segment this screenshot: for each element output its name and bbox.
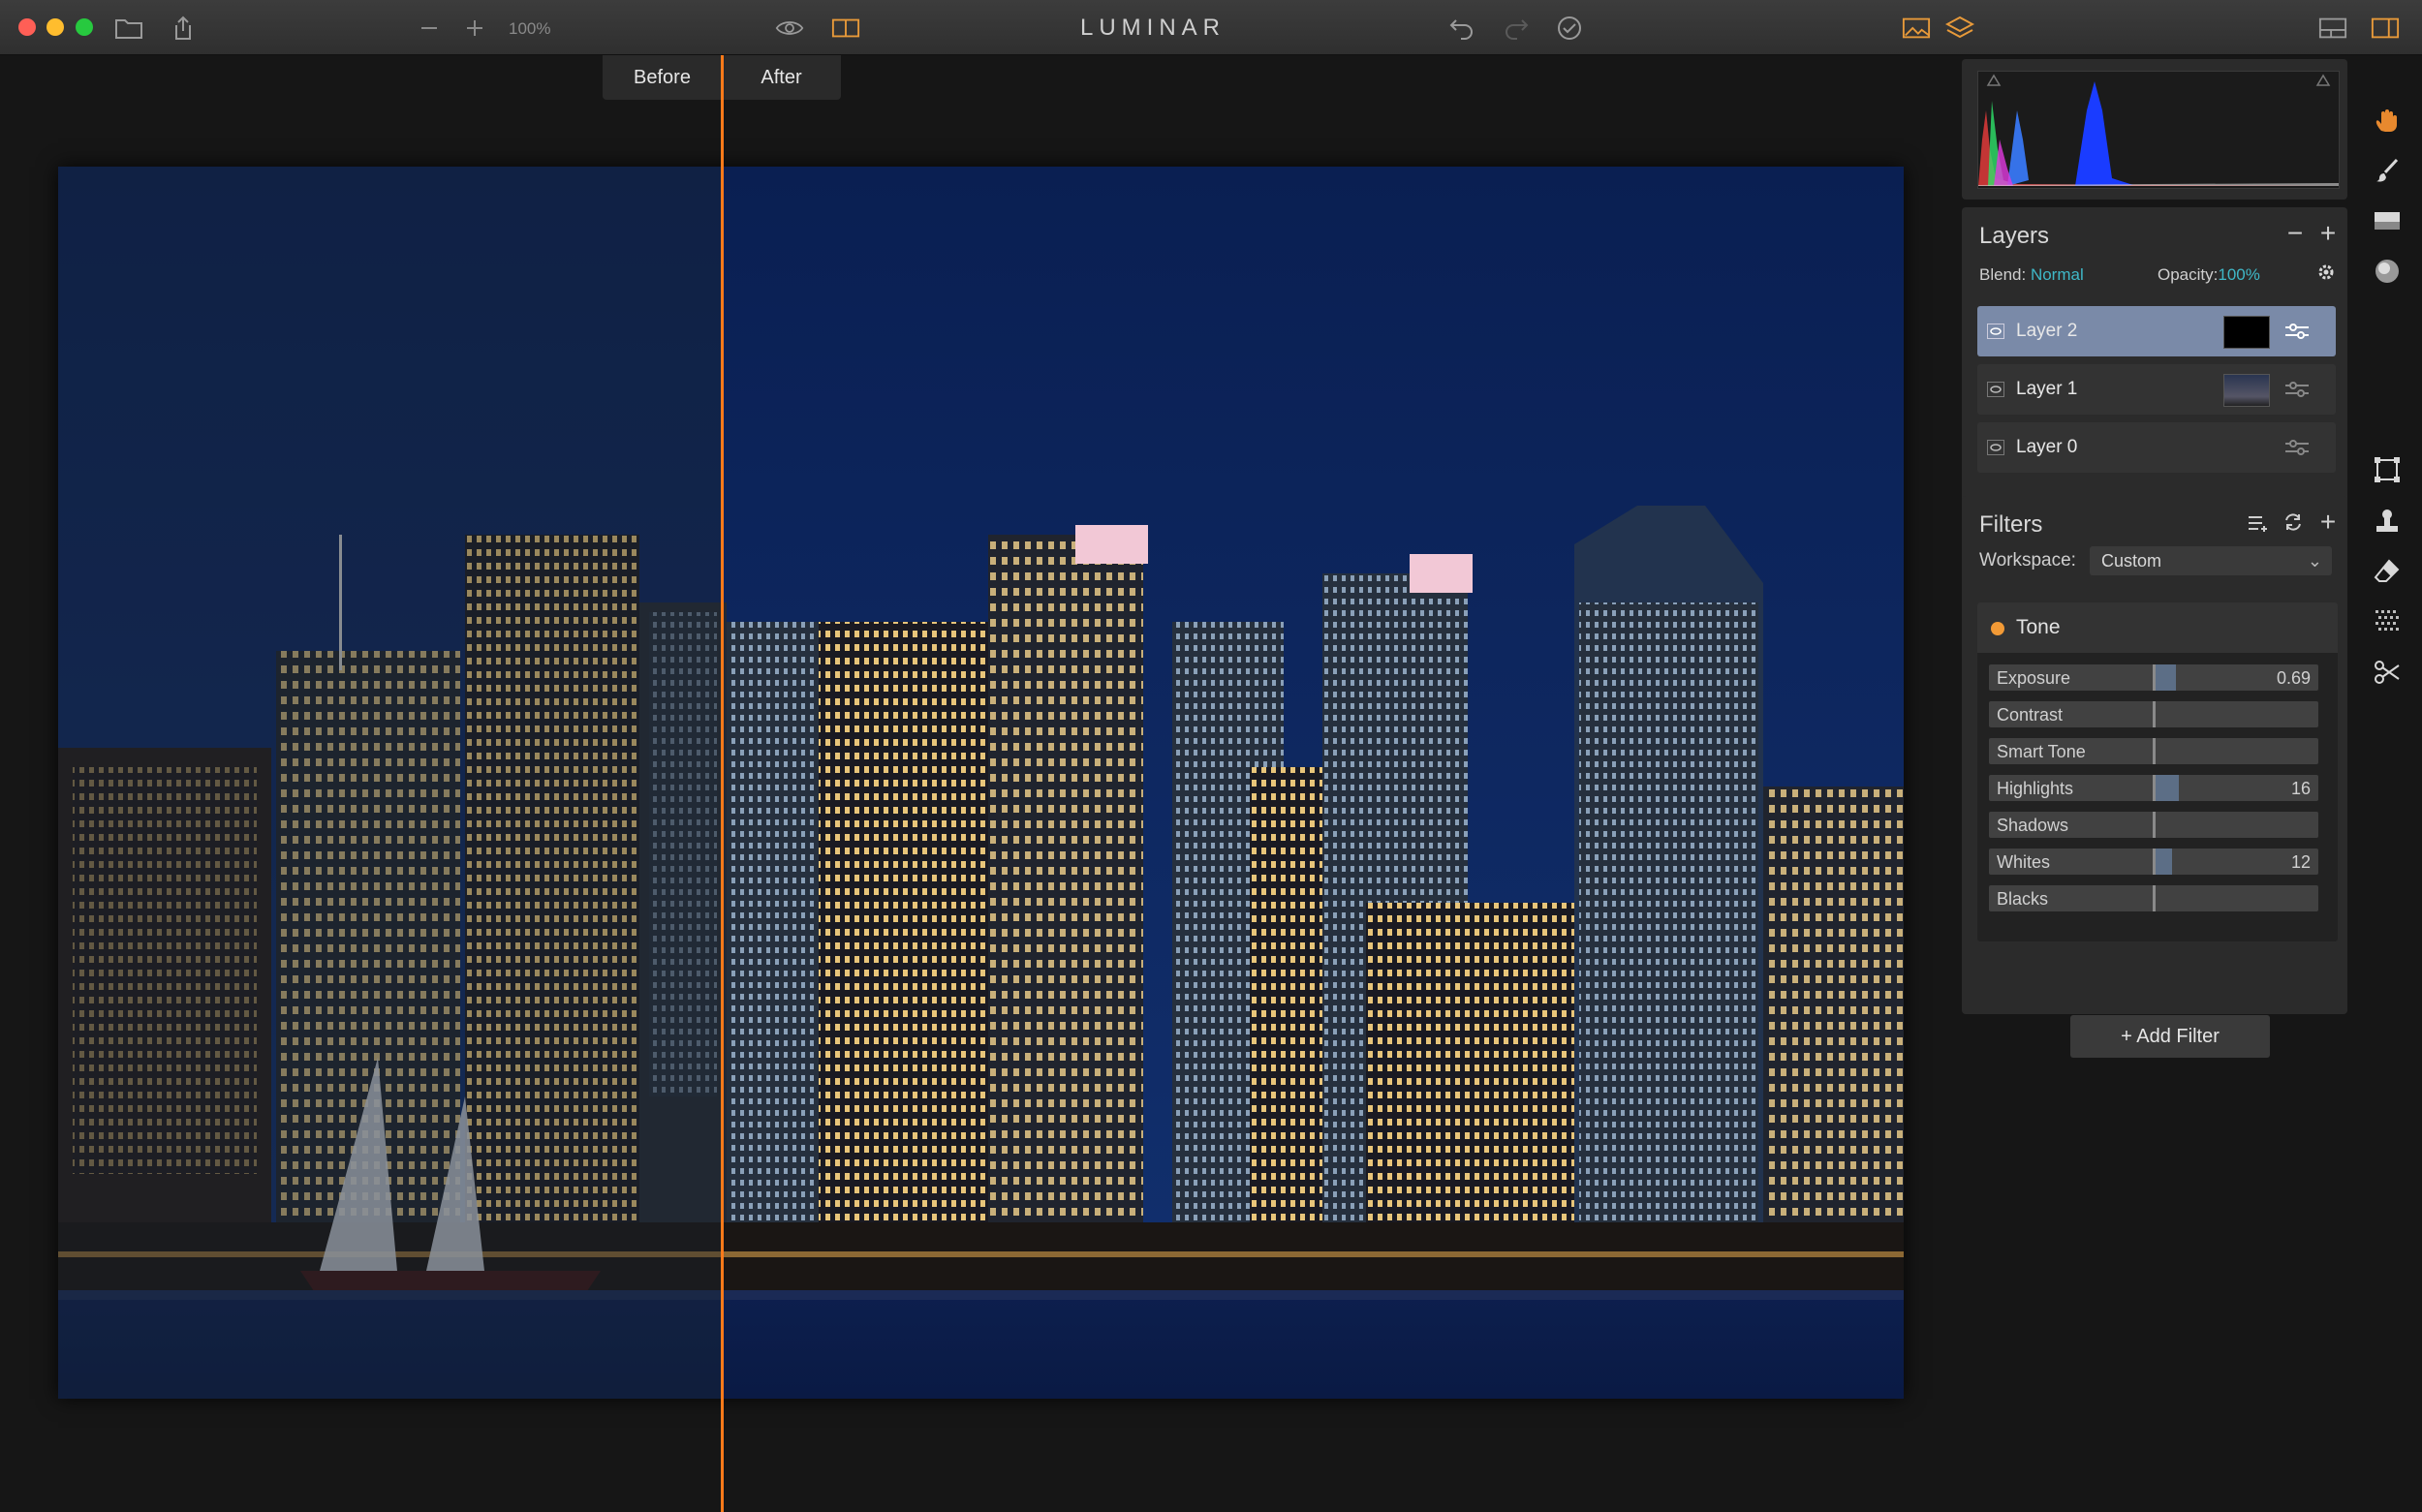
shadows-slider[interactable]: Shadows [1989, 812, 2318, 838]
contrast-slider[interactable]: Contrast [1989, 701, 2318, 727]
check-icon[interactable] [1555, 14, 1584, 43]
minimize-window-button[interactable] [47, 18, 64, 36]
noise-icon[interactable] [2372, 606, 2403, 637]
eye-icon[interactable] [1987, 324, 2004, 339]
slider-label: Contrast [1997, 705, 2064, 725]
layer-name: Layer 2 [2016, 321, 2078, 341]
radial-icon[interactable] [2372, 256, 2403, 287]
filters-card: Filters + Workspace: Custom ⌄ Tone Expos… [1962, 496, 2347, 1058]
layer-row[interactable]: Layer 2 [1977, 306, 2336, 356]
tool-strip [2350, 55, 2422, 1512]
photo-preview[interactable] [58, 167, 1904, 1399]
crop-icon[interactable] [2372, 454, 2403, 485]
eye-icon[interactable] [1987, 440, 2004, 455]
add-filter-plus-button[interactable]: + [2314, 509, 2342, 537]
blacks-slider[interactable]: Blacks [1989, 885, 2318, 911]
slider-label: Blacks [1997, 889, 2049, 909]
exposure-slider[interactable]: Exposure 0.69 [1989, 664, 2318, 691]
tone-title: Tone [2016, 616, 2061, 638]
reset-icon[interactable] [2280, 511, 2307, 539]
zoom-in-icon[interactable] [460, 14, 489, 43]
filter-enabled-icon[interactable] [1991, 622, 2004, 635]
brush-icon[interactable] [2372, 155, 2403, 186]
app-title: LUMINAR [1079, 15, 1226, 41]
layer-name: Layer 1 [2016, 379, 2078, 399]
blend-row: Blend: Normal [1979, 265, 2084, 285]
workspace-select[interactable]: Custom ⌄ [2090, 546, 2332, 575]
eye-icon[interactable] [775, 14, 804, 43]
layout-icon[interactable] [2318, 14, 2347, 43]
layer-row[interactable]: Layer 1 [1977, 364, 2336, 415]
opacity-value[interactable]: 100% [2218, 265, 2259, 284]
image-icon[interactable] [1902, 14, 1931, 43]
right-panel: Layers − + Blend: Normal Opacity:100% La… [1960, 55, 2350, 1512]
redo-icon[interactable] [1502, 14, 1531, 43]
slider-label: Smart Tone [1997, 742, 2086, 761]
gear-icon[interactable] [2313, 262, 2340, 289]
layer-thumbnail [2223, 316, 2270, 349]
eye-icon[interactable] [1987, 382, 2004, 397]
chevron-down-icon: ⌄ [2307, 551, 2322, 571]
tone-filter: Tone Exposure 0.69 Contrast Smart Tone H… [1977, 602, 2338, 941]
histogram [1977, 71, 2340, 189]
layer-thumbnail [2223, 374, 2270, 407]
opacity-row: Opacity:100% [2158, 265, 2260, 285]
layers-card: Layers − + Blend: Normal Opacity:100% La… [1962, 207, 2347, 535]
plus-icon: + [2121, 1026, 2137, 1047]
blend-label: Blend: [1979, 265, 2027, 284]
tone-header[interactable]: Tone [1977, 602, 2338, 653]
zoom-out-icon[interactable] [415, 14, 444, 43]
zoom-level[interactable]: 100% [509, 19, 550, 39]
filter-list-icon[interactable] [2245, 511, 2272, 539]
maximize-window-button[interactable] [76, 18, 93, 36]
workspace-value: Custom [2101, 551, 2162, 571]
sidebar-icon[interactable] [2371, 14, 2400, 43]
layer-name: Layer 0 [2016, 437, 2078, 457]
before-tab[interactable]: Before [603, 55, 722, 100]
after-tab[interactable]: After [722, 55, 841, 100]
add-layer-button[interactable]: + [2314, 220, 2342, 248]
eraser-icon[interactable] [2372, 556, 2403, 587]
opacity-label: Opacity: [2158, 265, 2219, 284]
layers-icon[interactable] [1945, 14, 1974, 43]
slider-value: 0.69 [2276, 668, 2311, 688]
filters-title: Filters [1979, 511, 2043, 538]
layer-row[interactable]: Layer 0 [1977, 422, 2336, 473]
slider-label: Exposure [1997, 668, 2071, 688]
close-window-button[interactable] [18, 18, 36, 36]
adjust-icon[interactable] [2283, 320, 2311, 343]
hand-icon[interactable] [2372, 106, 2403, 137]
highlights-slider[interactable]: Highlights 16 [1989, 775, 2318, 801]
title-bar: 100% LUMINAR [0, 0, 2422, 55]
compare-icon[interactable] [831, 14, 860, 43]
add-filter-label: Add Filter [2136, 1026, 2220, 1047]
compare-split-handle[interactable] [721, 55, 724, 1512]
slider-label: Highlights [1997, 779, 2074, 798]
layers-title: Layers [1979, 223, 2050, 249]
smart-tone-slider[interactable]: Smart Tone [1989, 738, 2318, 764]
slider-label: Shadows [1997, 816, 2069, 835]
folder-icon[interactable] [114, 14, 143, 43]
share-icon[interactable] [169, 14, 198, 43]
remove-layer-button[interactable]: − [2282, 220, 2309, 248]
blend-mode-value[interactable]: Normal [2031, 265, 2084, 284]
adjust-icon[interactable] [2283, 436, 2311, 459]
slider-label: Whites [1997, 852, 2051, 872]
adjust-icon[interactable] [2283, 378, 2311, 401]
clone-stamp-icon[interactable] [2372, 506, 2403, 537]
cut-icon[interactable] [2372, 657, 2403, 688]
gradient-icon[interactable] [2372, 205, 2403, 236]
whites-slider[interactable]: Whites 12 [1989, 849, 2318, 875]
workspace-label: Workspace: [1979, 550, 2076, 571]
add-filter-button[interactable]: + Add Filter [2070, 1015, 2270, 1058]
histogram-card [1962, 59, 2347, 200]
slider-value: 12 [2290, 852, 2311, 872]
slider-value: 16 [2290, 779, 2311, 798]
undo-icon[interactable] [1447, 14, 1476, 43]
